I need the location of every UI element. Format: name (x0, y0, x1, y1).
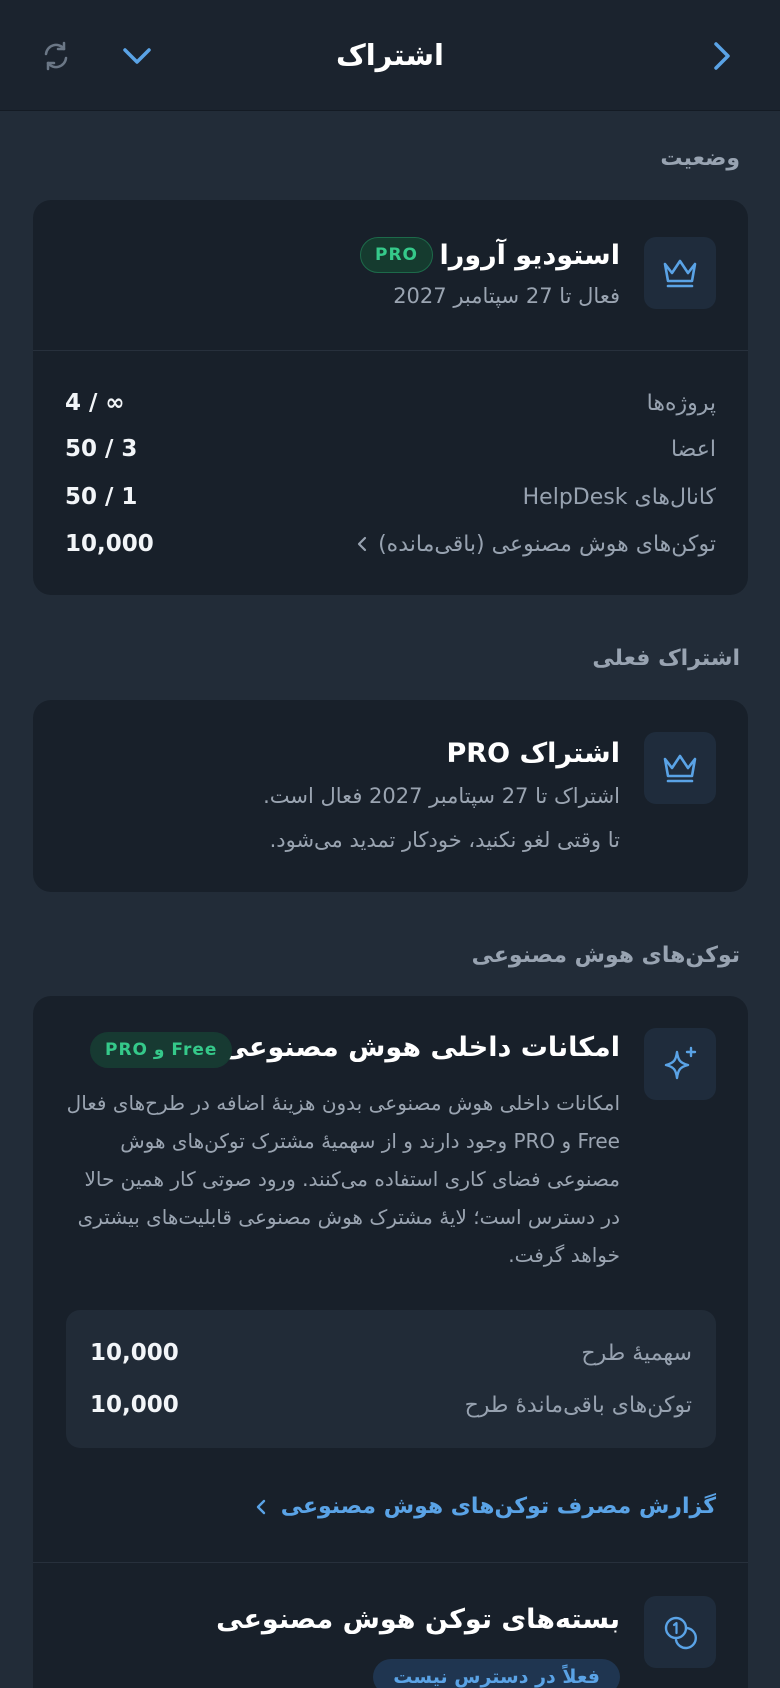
expand-button[interactable] (117, 36, 157, 76)
quota-label: سهمیهٔ طرح (581, 1340, 692, 1366)
subscription-line-2: تا وقتی لغو نکنید، خودکار تمدید می‌شود. (269, 828, 620, 852)
quota-row: سهمیهٔ طرح 10,000 (90, 1336, 692, 1370)
packages-unavailable-badge: فعلاً در دسترس نیست (373, 1659, 620, 1688)
stat-row-helpdesk: کانال‌های HelpDesk 50 / 1 (65, 480, 716, 514)
plan-badge: PRO (359, 237, 433, 273)
divider (33, 350, 748, 351)
sparkle-icon (664, 1046, 697, 1080)
ai-icon-tile (644, 1028, 716, 1100)
ai-usage-report-label: گزارش مصرف توکن‌های هوش مصنوعی (280, 1494, 716, 1519)
subscription-icon-tile (644, 732, 716, 804)
crown-icon (663, 754, 697, 783)
ai-plans-badge: Free و PRO (90, 1032, 233, 1068)
coins-icon (664, 1616, 697, 1650)
section-title-current: اشتراک فعلی (592, 646, 740, 671)
packages-title: بسته‌های توکن هوش مصنوعی (216, 1604, 620, 1635)
stat-value: 50 / 3 (65, 436, 138, 462)
stat-label: کانال‌های HelpDesk (522, 484, 716, 510)
chevron-left-icon (256, 1499, 265, 1514)
workspace-active-until: فعال تا 27 سپتامبر 2027 (393, 284, 620, 308)
chevron-down-icon (123, 48, 151, 64)
packages-icon-tile (644, 1596, 716, 1668)
stat-value: 10,000 (65, 531, 154, 557)
stat-label: پروژه‌ها (646, 390, 716, 416)
ai-quota-panel: سهمیهٔ طرح 10,000 توکن‌های باقی‌ماندهٔ ط… (66, 1310, 716, 1448)
top-bar: اشتراک (0, 0, 780, 111)
workspace-card: استودیو آرورا PRO فعال تا 27 سپتامبر 202… (33, 200, 748, 595)
refresh-button[interactable] (36, 36, 76, 76)
workspace-name: استودیو آرورا (439, 240, 620, 271)
chevron-left-icon (357, 536, 367, 552)
stat-value: 50 / 1 (65, 484, 138, 510)
remaining-value: 10,000 (90, 1392, 179, 1418)
stat-value: 4 / ∞ (65, 390, 125, 416)
refresh-icon (44, 41, 68, 71)
subscription-line-1: اشتراک تا 27 سپتامبر 2027 فعال است. (263, 784, 620, 808)
section-title-status: وضعیت (660, 146, 740, 171)
quota-value: 10,000 (90, 1340, 179, 1366)
ai-title: امکانات داخلی هوش مصنوعی (221, 1032, 620, 1063)
stat-row-ai-tokens[interactable]: توکن‌های هوش مصنوعی (باقی‌مانده) 10,000 (65, 527, 716, 561)
remaining-label: توکن‌های باقی‌ماندهٔ طرح (464, 1392, 692, 1418)
stat-row-members: اعضا 50 / 3 (65, 432, 716, 466)
stat-label: اعضا (670, 436, 716, 462)
subscription-title: اشتراک PRO (446, 738, 620, 769)
section-title-ai-tokens: توکن‌های هوش مصنوعی (471, 943, 740, 968)
crown-icon (663, 259, 697, 288)
workspace-icon-tile (644, 237, 716, 309)
subscription-card: اشتراک PRO اشتراک تا 27 سپتامبر 2027 فعا… (33, 700, 748, 892)
ai-usage-report-link[interactable]: گزارش مصرف توکن‌های هوش مصنوعی (255, 1494, 716, 1519)
stat-row-projects: پروژه‌ها 4 / ∞ (65, 386, 716, 420)
ai-card: امکانات داخلی هوش مصنوعی Free و PRO امکا… (33, 996, 748, 1688)
divider (33, 1562, 748, 1563)
ai-description: امکانات داخلی هوش مصنوعی بدون هزینهٔ اضا… (66, 1091, 620, 1267)
remaining-row: توکن‌های باقی‌ماندهٔ طرح 10,000 (90, 1388, 692, 1422)
stat-label: توکن‌های هوش مصنوعی (باقی‌مانده) (378, 531, 716, 557)
